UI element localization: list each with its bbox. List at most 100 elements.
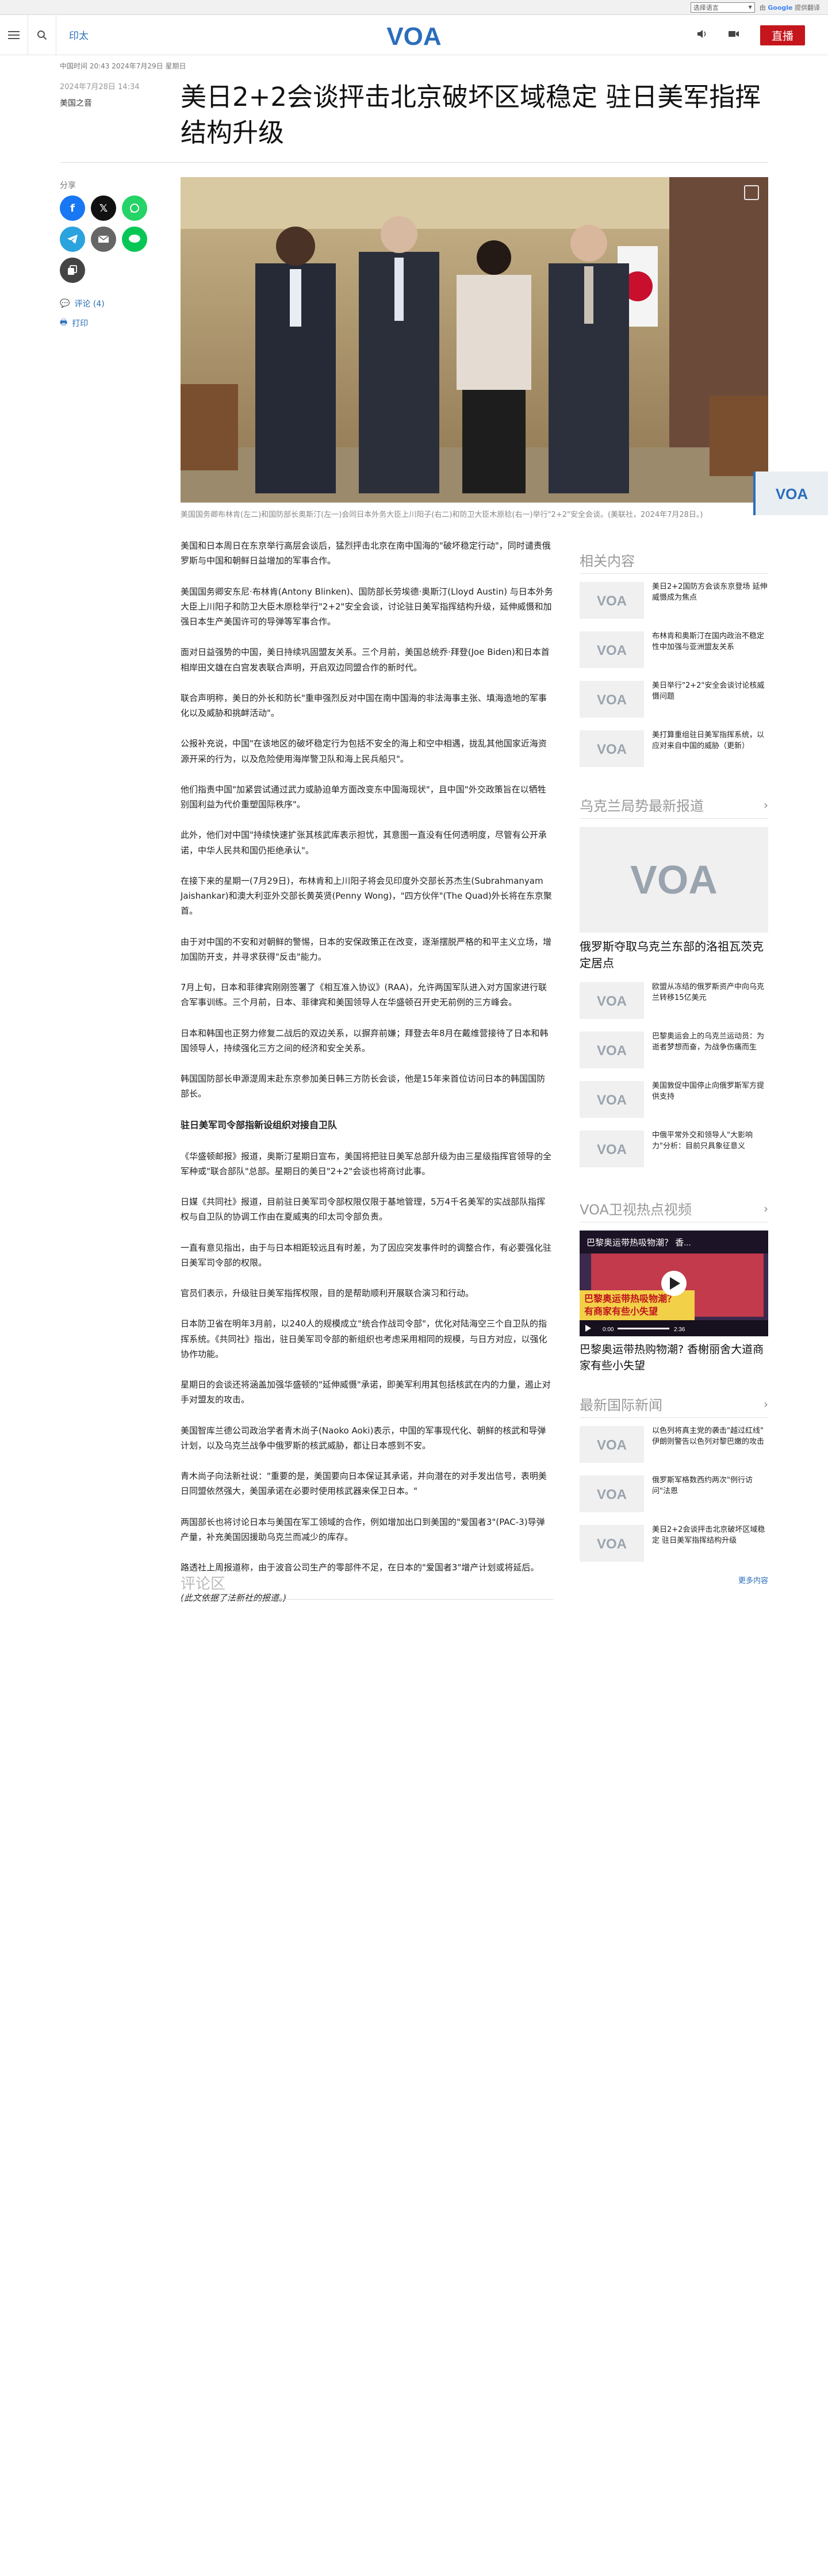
whatsapp-icon[interactable] xyxy=(122,195,147,221)
svg-text:VOA: VOA xyxy=(597,742,627,757)
svg-text:有商家有些小失望: 有商家有些小失望 xyxy=(584,1306,658,1317)
paragraph: 由于对中国的不安和对朝鲜的警惕，日本的安保政策正在改变，逐渐摆脱严格的和平主义立… xyxy=(181,936,552,962)
chevron-right-icon: › xyxy=(764,1201,768,1216)
list-item[interactable]: VOA 美国敦促中国停止向俄罗斯军方提供支持 xyxy=(580,1081,768,1118)
paragraph: 星期日的会谈还将涵盖加强华盛顿的"延伸威慑"承诺，即美军利用其包括核武在内的力量… xyxy=(181,1379,551,1405)
paragraph: 日本和韩国也正努力修复二战后的双边关系，以摒弃前嫌；拜登去年8月在戴维营接待了日… xyxy=(181,1028,549,1053)
thumbnail: VOA xyxy=(580,1032,644,1068)
paragraph: 《华盛顿邮报》报道，奥斯汀星期日宣布，美国将把驻日美军总部升级为由三星级指挥官领… xyxy=(181,1151,552,1176)
paragraph: 联合声明称，美日的外长和防长"重申强烈反对中国在南中国海的非法海事主张、填海造地… xyxy=(181,692,547,718)
ukraine-heading[interactable]: 乌克兰局势最新报道 › xyxy=(580,795,768,819)
video-camera-icon[interactable] xyxy=(728,29,739,41)
thumbnail: VOA xyxy=(580,582,644,619)
search-icon[interactable] xyxy=(28,15,56,55)
svg-text:VOA: VOA xyxy=(597,1043,627,1059)
voa-logo-small: VOA xyxy=(776,485,808,502)
svg-text:0:00: 0:00 xyxy=(603,1327,614,1333)
print-icon: 🖶 xyxy=(60,318,68,327)
paragraph: 韩国国防部长申源湜周末赴东京参加美日韩三方防长会谈，他是15年来首位访问日本的韩… xyxy=(181,1074,546,1099)
print-link[interactable]: 🖶 打印 xyxy=(60,316,175,330)
thumbnail: VOA xyxy=(580,1081,644,1118)
line-icon[interactable] xyxy=(122,227,147,252)
svg-text:2:36: 2:36 xyxy=(674,1327,685,1333)
video-caption[interactable]: 巴黎奥运带热购物潮? 香榭丽舍大道商家有些小失望 xyxy=(580,1342,768,1374)
list-item[interactable]: VOA 中俄平常外交和领导人"大影响力"分析：目前只具象征意义 xyxy=(580,1130,768,1167)
chevron-down-icon: ▼ xyxy=(748,5,752,10)
google-translate-bar: 选择语言 ▼ 由 Google 提供翻译 xyxy=(0,0,828,15)
divider xyxy=(60,162,768,163)
expand-icon[interactable] xyxy=(744,185,759,200)
byline[interactable]: 美国之音 xyxy=(60,97,175,109)
region-link[interactable]: 印太 xyxy=(69,28,89,42)
floating-voa-tab[interactable]: VOA xyxy=(753,471,828,515)
paragraph: 面对日益强势的中国，美日持续巩固盟友关系。三个月前，美国总统乔·拜登(Joe B… xyxy=(181,647,550,673)
comment-icon: 💬 xyxy=(60,299,70,308)
svg-text:VOA: VOA xyxy=(597,1536,627,1552)
article-date: 2024年7月28日 14:34 xyxy=(60,83,140,91)
copy-link-icon[interactable] xyxy=(60,258,85,283)
article-title: 美日2+2会谈抨击北京破坏区域稳定 驻日美军指挥结构升级 xyxy=(181,82,761,148)
list-item[interactable]: VOA 欧盟从冻结的俄罗斯资产中向乌克兰转移15亿美元 xyxy=(580,982,768,1019)
article-meta: 2024年7月28日 14:34 美国之音 xyxy=(60,80,175,109)
paragraph: 一直有意见指出，由于与日本相距较远且有时差，为了因应突发事件时的调整合作，有必要… xyxy=(181,1242,552,1268)
paragraph: 青木尚子向法新社说："重要的是，美国要向日本保证其承诺，并向潜在的对手发出信号，… xyxy=(181,1471,547,1497)
list-item[interactable]: VOA 美日2+2会谈抨击北京破坏区域稳定 驻日美军指挥结构升级 xyxy=(580,1525,768,1562)
related-content: 相关内容 VOA 美日2+2国防方会谈东京登场 延伸威慑成为焦点 VOA 布林肯和奥… xyxy=(580,550,768,780)
list-item[interactable]: VOA 美日举行"2+2"安全会谈讨论核威慑问题 xyxy=(580,681,768,718)
list-item[interactable]: VOA 俄罗斯军格数西约两次"例行访问"法恩 xyxy=(580,1475,768,1512)
thumbnail: VOA xyxy=(580,1426,644,1463)
svg-text:巴黎奥运带热吸物潮？ 香...: 巴黎奥运带热吸物潮？ 香... xyxy=(586,1238,691,1248)
thumbnail: VOA xyxy=(580,631,644,668)
svg-text:VOA: VOA xyxy=(597,994,627,1009)
publish-dates: 中国时间 20:43 2024年7月29日 星期日 xyxy=(60,62,186,70)
language-select-label: 选择语言 xyxy=(693,3,719,12)
svg-text:VOA: VOA xyxy=(597,643,627,658)
paragraph: 公报补充说，中国"在该地区的破坏稳定行为包括不安全的海上和空中相遇，拢乱其他国家… xyxy=(181,738,547,764)
svg-text:VOA: VOA xyxy=(597,1438,627,1453)
powered-by-google: 由 Google 提供翻译 xyxy=(759,3,820,12)
list-item[interactable]: VOA 美日2+2国防方会谈东京登场 延伸威慑成为焦点 xyxy=(580,582,768,619)
share-panel: 分享 f 𝕏 💬 评论 (4) 🖶 打印 xyxy=(60,179,175,337)
more-link[interactable]: 更多内容 xyxy=(580,1574,768,1585)
audio-icon[interactable] xyxy=(697,29,707,41)
telegram-icon[interactable] xyxy=(60,227,85,252)
intl-news-section: 最新国际新闻 › VOA 以色列将真主党的袭击"越过红线" 伊朗则警告以色列对黎巴嫩… xyxy=(580,1394,768,1585)
list-item[interactable]: VOA 巴黎奥运会上的乌克兰运动员：为逝者梦想而奋，为战争伤痛而生 xyxy=(580,1032,768,1068)
facebook-icon[interactable]: f xyxy=(60,195,85,221)
voa-logo[interactable]: VOA xyxy=(384,20,444,51)
hero-image[interactable] xyxy=(181,177,768,503)
comments-link[interactable]: 💬 评论 (4) xyxy=(60,298,175,309)
ukraine-section: 乌克兰局势最新报道 › VOA 俄罗斯夺取乌克兰东部的洛祖瓦茨克定居点 VOA 欧盟… xyxy=(580,795,768,1180)
lead-thumbnail[interactable]: VOA xyxy=(580,827,768,933)
language-select[interactable]: 选择语言 ▼ xyxy=(690,2,755,13)
x-twitter-icon[interactable]: 𝕏 xyxy=(91,195,116,221)
svg-text:VOA: VOA xyxy=(776,485,808,502)
paragraph: 7月上旬，日本和菲律宾刚刚签署了《相互准入协议》(RAA)，允许两国军队进入对方… xyxy=(181,982,547,1008)
lead-title[interactable]: 俄罗斯夺取乌克兰东部的洛祖瓦茨克定居点 xyxy=(580,938,768,972)
list-item[interactable]: VOA 美打算重组驻日美军指挥系统，以应对来自中国的威胁（更新） xyxy=(580,730,768,767)
menu-icon[interactable] xyxy=(0,15,28,55)
svg-text:VOA: VOA xyxy=(597,1142,627,1157)
list-item[interactable]: VOA 布林肯和奥斯汀在国内政治不稳定性中加强与亚洲盟友关系 xyxy=(580,631,768,668)
thumbnail: VOA xyxy=(580,1130,644,1167)
paragraph: 美国智库兰德公司政治学者青木尚子(Naoko Aoki)表示，中国的军事现代化、… xyxy=(181,1425,546,1451)
thumbnail: VOA xyxy=(580,730,644,767)
intl-heading[interactable]: 最新国际新闻 › xyxy=(580,1394,768,1418)
svg-text:VOA: VOA xyxy=(597,1092,627,1108)
svg-text:VOA: VOA xyxy=(597,593,627,609)
live-button[interactable]: 直播 xyxy=(760,25,805,45)
paragraph: 官员们表示，升级驻日美军指挥权限，目的是帮助顺利开展联合演习和行动。 xyxy=(181,1288,474,1298)
thumbnail: VOA xyxy=(580,1475,644,1512)
site-header: 印太 VOA 直播 xyxy=(0,14,828,55)
share-label: 分享 xyxy=(60,181,76,190)
video-section: VOA卫视热点视频 › 巴黎奥运带热吸物潮？ 香... 巴黎奥运带热吸物潮？ 有商… xyxy=(580,1198,768,1384)
svg-text:VOA: VOA xyxy=(597,1487,627,1502)
list-item[interactable]: VOA 以色列将真主党的袭击"越过红线" 伊朗则警告以色列对黎巴嫩的攻击 xyxy=(580,1426,768,1463)
related-heading: 相关内容 xyxy=(580,550,768,574)
email-icon[interactable] xyxy=(91,227,116,252)
image-caption: 美国国务卿布林肯(左二)和国防部长奥斯汀(左一)会同日本外务大臣上川阳子(右二)… xyxy=(181,511,703,519)
video-player[interactable]: 巴黎奥运带热吸物潮？ 香... 巴黎奥运带热吸物潮？ 有商家有些小失望 0:00… xyxy=(580,1230,768,1336)
chevron-right-icon: › xyxy=(764,1397,768,1411)
paragraph: 日媒《共同社》报道，目前驻日美军司令部权限仅限于基地管理，5万4千名美军的实战部… xyxy=(181,1197,546,1222)
video-heading[interactable]: VOA卫视热点视频 › xyxy=(580,1198,768,1222)
